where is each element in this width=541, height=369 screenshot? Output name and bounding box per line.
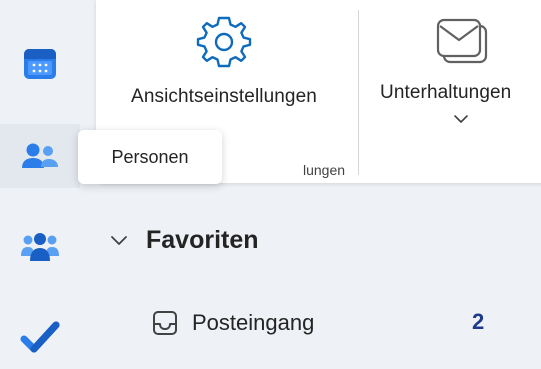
gear-icon [196,16,252,68]
calendar-icon [24,49,56,79]
checkmark-icon [20,321,60,353]
inbox-icon [153,311,177,335]
mail-stack-icon [436,18,488,64]
folder-pane: Favoriten Posteingang 2 [96,200,541,362]
rail-calendar-button[interactable] [0,32,80,96]
groups-icon [21,233,59,261]
folder-item-inbox[interactable]: Posteingang [152,305,492,341]
favorites-title: Favoriten [146,226,259,254]
view-settings-label: Ansichtseinstellungen [131,86,317,107]
chevron-down-icon[interactable] [110,235,128,247]
conversations-button[interactable]: Unterhaltungen [380,0,541,150]
people-tooltip: Personen [78,130,222,184]
favorites-header[interactable]: Favoriten [110,226,259,255]
people-icon [22,143,58,168]
chevron-down-icon[interactable] [453,114,469,124]
view-settings-button[interactable]: Ansichtseinstellungen [106,0,342,150]
unread-count-badge: 2 [472,309,485,334]
rail-groups-button[interactable] [0,215,80,279]
ribbon-group-label: lungen [303,162,346,178]
ribbon-divider [358,10,359,175]
conversations-label: Unterhaltungen [380,82,512,103]
rail-todo-button[interactable] [0,305,80,369]
folder-item-label: Posteingang [192,310,315,335]
rail-people-button[interactable] [0,124,80,188]
app-rail [0,0,80,362]
